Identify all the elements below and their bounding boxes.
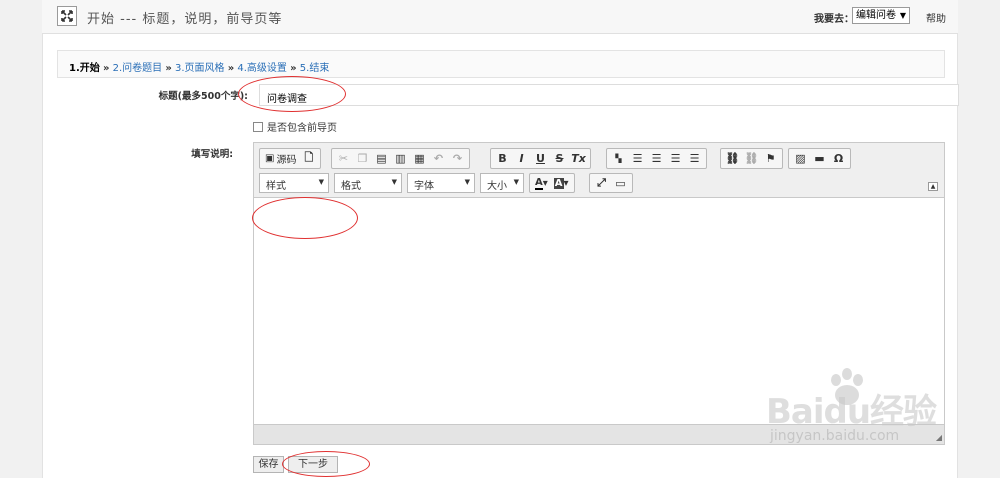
- top-bar: 开始 --- 标题，说明，前导页等 我要去： 编辑问卷 ▼ 帮助: [42, 0, 958, 34]
- cut-icon[interactable]: ✂: [334, 150, 353, 167]
- include-intro-checkbox[interactable]: [253, 121, 263, 132]
- title-input[interactable]: 问卷调查: [259, 84, 959, 106]
- align-justify-icon[interactable]: ☰: [685, 150, 704, 167]
- description-field-label: 填写说明:: [191, 149, 233, 160]
- toolbar-group-clipboard: ✂ ❐ ▤ ▥ ▦ ↶ ↷: [331, 148, 470, 169]
- toolbar-group-paragraph: ▚ ☰ ☰ ☰ ☰: [606, 148, 707, 169]
- redo-icon[interactable]: ↷: [448, 150, 467, 167]
- align-center-icon[interactable]: ☰: [647, 150, 666, 167]
- breadcrumb-step-style[interactable]: 3.页面风格: [175, 63, 225, 74]
- source-button[interactable]: ▣ 源码: [262, 150, 299, 167]
- chevron-down-icon: ▼: [391, 178, 397, 186]
- style-combo[interactable]: 样式 ▼: [259, 173, 329, 193]
- toolbar-group-insert: ▨ ▬ Ω: [788, 148, 851, 169]
- breadcrumb-step-questions[interactable]: 2.问卷题目: [113, 63, 163, 74]
- align-right-icon[interactable]: ☰: [666, 150, 685, 167]
- bg-color-button[interactable]: A ▾: [551, 175, 572, 192]
- title-field-label: 标题(最多500个字):: [158, 91, 248, 102]
- paste-word-icon[interactable]: ▦: [410, 150, 429, 167]
- include-intro-label: 是否包含前导页: [267, 123, 337, 134]
- style-combo-label: 样式: [266, 181, 286, 192]
- horizontal-rule-icon[interactable]: ▬: [810, 150, 829, 167]
- show-blocks-icon[interactable]: ▭: [611, 175, 630, 192]
- source-label: 源码: [276, 155, 297, 166]
- watermark-url: jingyan.baidu.com: [770, 428, 900, 444]
- page-title: 开始 --- 标题，说明，前导页等: [87, 12, 283, 27]
- maximize-icon[interactable]: [57, 6, 77, 26]
- remove-format-button[interactable]: Tx: [569, 150, 588, 167]
- size-combo[interactable]: 大小 ▼: [480, 173, 524, 193]
- goto-label: 我要去：: [814, 14, 854, 25]
- format-combo-label: 格式: [341, 181, 361, 192]
- breadcrumb-step-advanced[interactable]: 4.高级设置: [237, 63, 287, 74]
- editor-toolbar: ▣ 源码 🗋 ✂ ❐ ▤ ▥ ▦ ↶ ↷ B I U S Tx ▚ ☰ ☰ ☰ …: [254, 143, 944, 198]
- strike-button[interactable]: S: [550, 150, 569, 167]
- toolbar-group-links: ⛓ ⛓ ⚑: [720, 148, 783, 169]
- chevron-down-icon: ▼: [899, 11, 906, 20]
- text-color-button[interactable]: A ▾: [532, 175, 551, 192]
- breadcrumb-separator: »: [102, 63, 110, 74]
- goto-select[interactable]: 编辑问卷 ▼: [852, 7, 910, 24]
- resize-grip-icon[interactable]: ◢: [936, 433, 942, 442]
- format-combo[interactable]: 格式 ▼: [334, 173, 402, 193]
- toolbar-group-colors: A ▾ A ▾: [529, 173, 575, 193]
- breadcrumb-separator: »: [227, 63, 235, 74]
- save-button[interactable]: 保存: [253, 456, 284, 473]
- toolbar-group-basicstyles: B I U S Tx: [490, 148, 591, 169]
- font-combo-label: 字体: [414, 181, 434, 192]
- undo-icon[interactable]: ↶: [429, 150, 448, 167]
- include-intro-row[interactable]: 是否包含前导页: [253, 119, 337, 134]
- toolbar-group-document: ▣ 源码 🗋: [259, 148, 322, 169]
- paste-text-icon[interactable]: ▥: [391, 150, 410, 167]
- collapse-toolbar-icon[interactable]: ▲: [928, 182, 938, 191]
- chevron-down-icon: ▼: [318, 178, 324, 186]
- underline-button[interactable]: U: [531, 150, 550, 167]
- anchor-flag-icon[interactable]: ⚑: [761, 150, 780, 167]
- help-link[interactable]: 帮助: [926, 10, 946, 25]
- annotation-ellipse: [238, 76, 346, 112]
- align-left-icon[interactable]: ☰: [628, 150, 647, 167]
- breadcrumb-step-finish[interactable]: 5.结束: [300, 63, 330, 74]
- copy-icon[interactable]: ❐: [353, 150, 372, 167]
- breadcrumb-current: 1.开始: [69, 63, 100, 74]
- toolbar-group-tools: ⤢ ▭: [589, 173, 633, 193]
- link-icon[interactable]: ⛓: [723, 150, 742, 167]
- show-blocks-icon[interactable]: ▚: [609, 150, 628, 167]
- font-combo[interactable]: 字体 ▼: [407, 173, 475, 193]
- breadcrumb-separator: »: [290, 63, 297, 74]
- bold-button[interactable]: B: [493, 150, 512, 167]
- special-char-button[interactable]: Ω: [829, 150, 848, 167]
- annotation-ellipse: [282, 451, 370, 477]
- chevron-down-icon: ▼: [513, 178, 519, 186]
- annotation-ellipse: [252, 197, 358, 239]
- breadcrumb: 1.开始 » 2.问卷题目 » 3.页面风格 » 4.高级设置 » 5.结束: [57, 50, 945, 78]
- image-icon[interactable]: ▨: [791, 150, 810, 167]
- size-combo-label: 大小: [487, 181, 507, 192]
- breadcrumb-separator: »: [165, 63, 172, 74]
- goto-select-value: 编辑问卷: [856, 10, 896, 21]
- watermark-logo: Baidu经验: [766, 392, 937, 432]
- source-icon: ▣: [265, 153, 275, 164]
- italic-button[interactable]: I: [512, 150, 531, 167]
- paste-icon[interactable]: ▤: [372, 150, 391, 167]
- chevron-down-icon: ▼: [464, 178, 470, 186]
- preview-icon[interactable]: 🗋: [299, 150, 318, 167]
- maximize-icon[interactable]: ⤢: [592, 175, 611, 192]
- unlink-icon[interactable]: ⛓: [742, 150, 761, 167]
